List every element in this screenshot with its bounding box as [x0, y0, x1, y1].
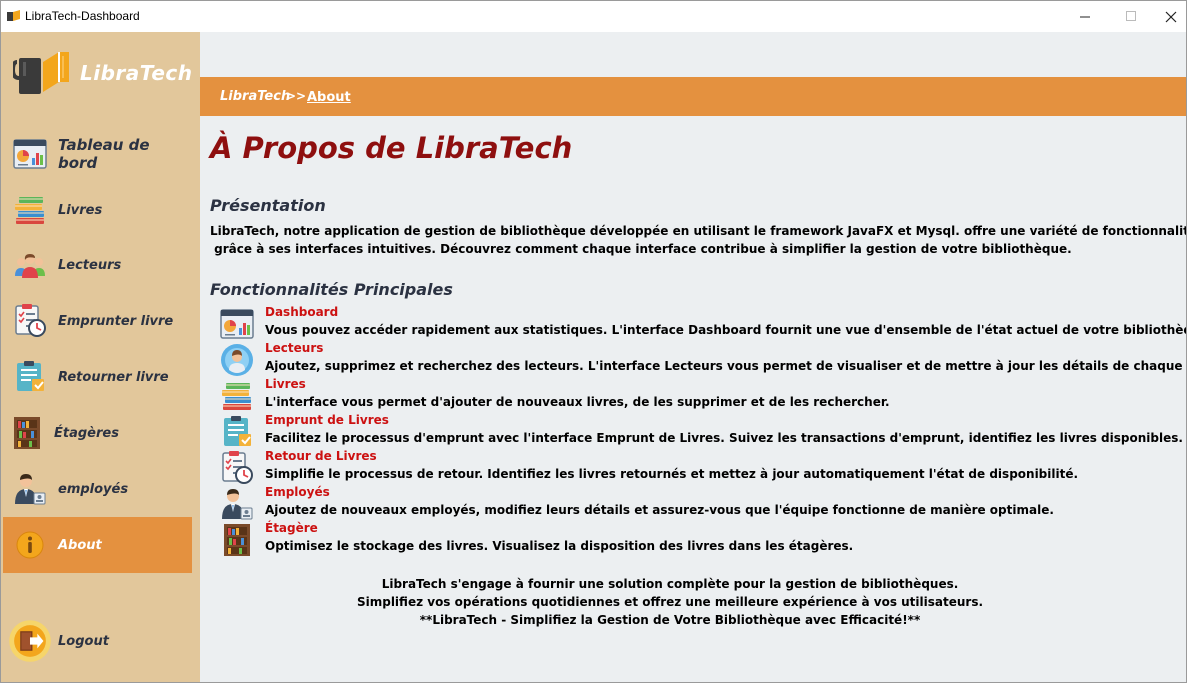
- borrow-icon: [12, 303, 48, 339]
- return-icon: [12, 359, 48, 395]
- feature-name: Retour de Livres: [265, 449, 377, 463]
- feature-description: Ajoutez, supprimez et recherchez des lec…: [265, 359, 1187, 373]
- presentation-text: LibraTech, notre application de gestion …: [210, 222, 1187, 258]
- feature-name: Livres: [265, 377, 306, 391]
- dashboard-icon: [12, 136, 48, 172]
- feature-name: Emprunt de Livres: [265, 413, 389, 427]
- sidebar-item-label: Livres: [58, 202, 103, 218]
- shelf-icon: [9, 415, 45, 451]
- sidebar-item-label: Emprunter livre: [58, 313, 174, 329]
- window-title: LibraTech-Dashboard: [25, 9, 140, 23]
- sidebar-item-label: Retourner livre: [58, 369, 169, 385]
- logout-icon: [8, 619, 52, 663]
- sidebar-item-retourner[interactable]: Retourner livre: [3, 349, 192, 405]
- breadcrumb: LibraTech >> About: [200, 77, 1186, 116]
- sidebar-item-employes[interactable]: employés: [3, 461, 192, 517]
- presentation-heading: Présentation: [210, 196, 326, 215]
- feature-description: Simplifie le processus de retour. Identi…: [265, 467, 1079, 481]
- reader-avatar-icon: [219, 342, 255, 378]
- breadcrumb-app: LibraTech: [220, 89, 291, 104]
- sidebar-item-etageres[interactable]: Étagères: [3, 405, 192, 461]
- sidebar-item-dashboard[interactable]: Tableau de bord: [3, 126, 192, 182]
- sidebar-item-label: Tableau de bord: [58, 136, 150, 172]
- borrow-icon: [219, 414, 255, 450]
- feature-description: Facilitez le processus d'emprunt avec l'…: [265, 431, 1183, 445]
- info-icon: [12, 527, 48, 563]
- feature-item-dashboard: Dashboard Vous pouvez accéder rapidement…: [219, 305, 1186, 342]
- logo-text: LibraTech: [80, 61, 193, 85]
- readers-icon: [12, 247, 48, 283]
- feature-name: Lecteurs: [265, 341, 324, 355]
- employee-icon: [219, 486, 255, 522]
- sidebar-item-livres[interactable]: Livres: [3, 182, 192, 238]
- sidebar: LibraTech Tableau de bord Livres Lecteur…: [1, 32, 200, 682]
- breadcrumb-current-link[interactable]: About: [307, 90, 351, 105]
- sidebar-item-label: Étagères: [54, 425, 119, 441]
- sidebar-item-label: Lecteurs: [58, 257, 122, 273]
- features-heading: Fonctionnalités Principales: [210, 280, 453, 299]
- feature-name: Étagère: [265, 521, 318, 535]
- sidebar-item-logout[interactable]: Logout: [3, 613, 192, 669]
- dashboard-icon: [219, 306, 255, 342]
- sidebar-item-lecteurs[interactable]: Lecteurs: [3, 237, 192, 293]
- feature-description: L'interface vous permet d'ajouter de nou…: [265, 395, 890, 409]
- sidebar-item-about[interactable]: About: [3, 517, 192, 573]
- employee-icon: [12, 471, 48, 507]
- presentation-line: grâce à ses interfaces intuitives. Décou…: [210, 242, 1072, 256]
- close-button[interactable]: [1154, 1, 1186, 32]
- shelf-icon: [219, 522, 255, 558]
- feature-name: Dashboard: [265, 305, 339, 319]
- sidebar-item-label: About: [58, 537, 102, 553]
- feature-description: Optimisez le stockage des livres. Visual…: [265, 539, 854, 553]
- feature-item-lecteurs: Lecteurs Ajoutez, supprimez et recherche…: [219, 341, 1186, 378]
- sidebar-item-emprunter[interactable]: Emprunter livre: [3, 293, 192, 349]
- feature-item-employes: Employés Ajoutez de nouveaux employés, m…: [219, 485, 1179, 521]
- breadcrumb-separator: >>: [286, 89, 307, 103]
- feature-description: Vous pouvez accéder rapidement aux stati…: [265, 323, 1187, 337]
- feature-item-livres: Livres L'interface vous permet d'ajouter…: [219, 377, 1179, 413]
- page-title: À Propos de LibraTech: [210, 131, 573, 165]
- feature-item-etagere: Étagère Optimisez le stockage des livres…: [219, 521, 1179, 557]
- closing-line: LibraTech s'engage à fournir une solutio…: [381, 577, 959, 591]
- books-icon: [12, 192, 48, 228]
- closing-tagline: **LibraTech - Simplifiez la Gestion de V…: [419, 613, 921, 627]
- maximize-button[interactable]: [1108, 1, 1154, 32]
- presentation-line: LibraTech, notre application de gestion …: [210, 224, 1187, 238]
- closing-line: Simplifiez vos opérations quotidiennes e…: [356, 595, 984, 609]
- app-window: LibraTech-Dashboard LibraTech Tableau de…: [0, 0, 1187, 683]
- return-icon: [219, 450, 255, 486]
- app-logo-icon: [7, 10, 20, 21]
- feature-item-emprunt: Emprunt de Livres Facilitez le processus…: [219, 413, 1183, 450]
- feature-description: Ajoutez de nouveaux employés, modifiez l…: [265, 503, 1054, 517]
- feature-name: Employés: [265, 485, 330, 499]
- books-icon: [219, 378, 255, 414]
- minimize-button[interactable]: [1062, 1, 1108, 32]
- title-bar: LibraTech-Dashboard: [1, 1, 1186, 32]
- sidebar-item-label: employés: [58, 481, 129, 497]
- sidebar-item-label: Logout: [58, 633, 109, 649]
- feature-item-retour: Retour de Livres Simplifie le processus …: [219, 449, 1179, 485]
